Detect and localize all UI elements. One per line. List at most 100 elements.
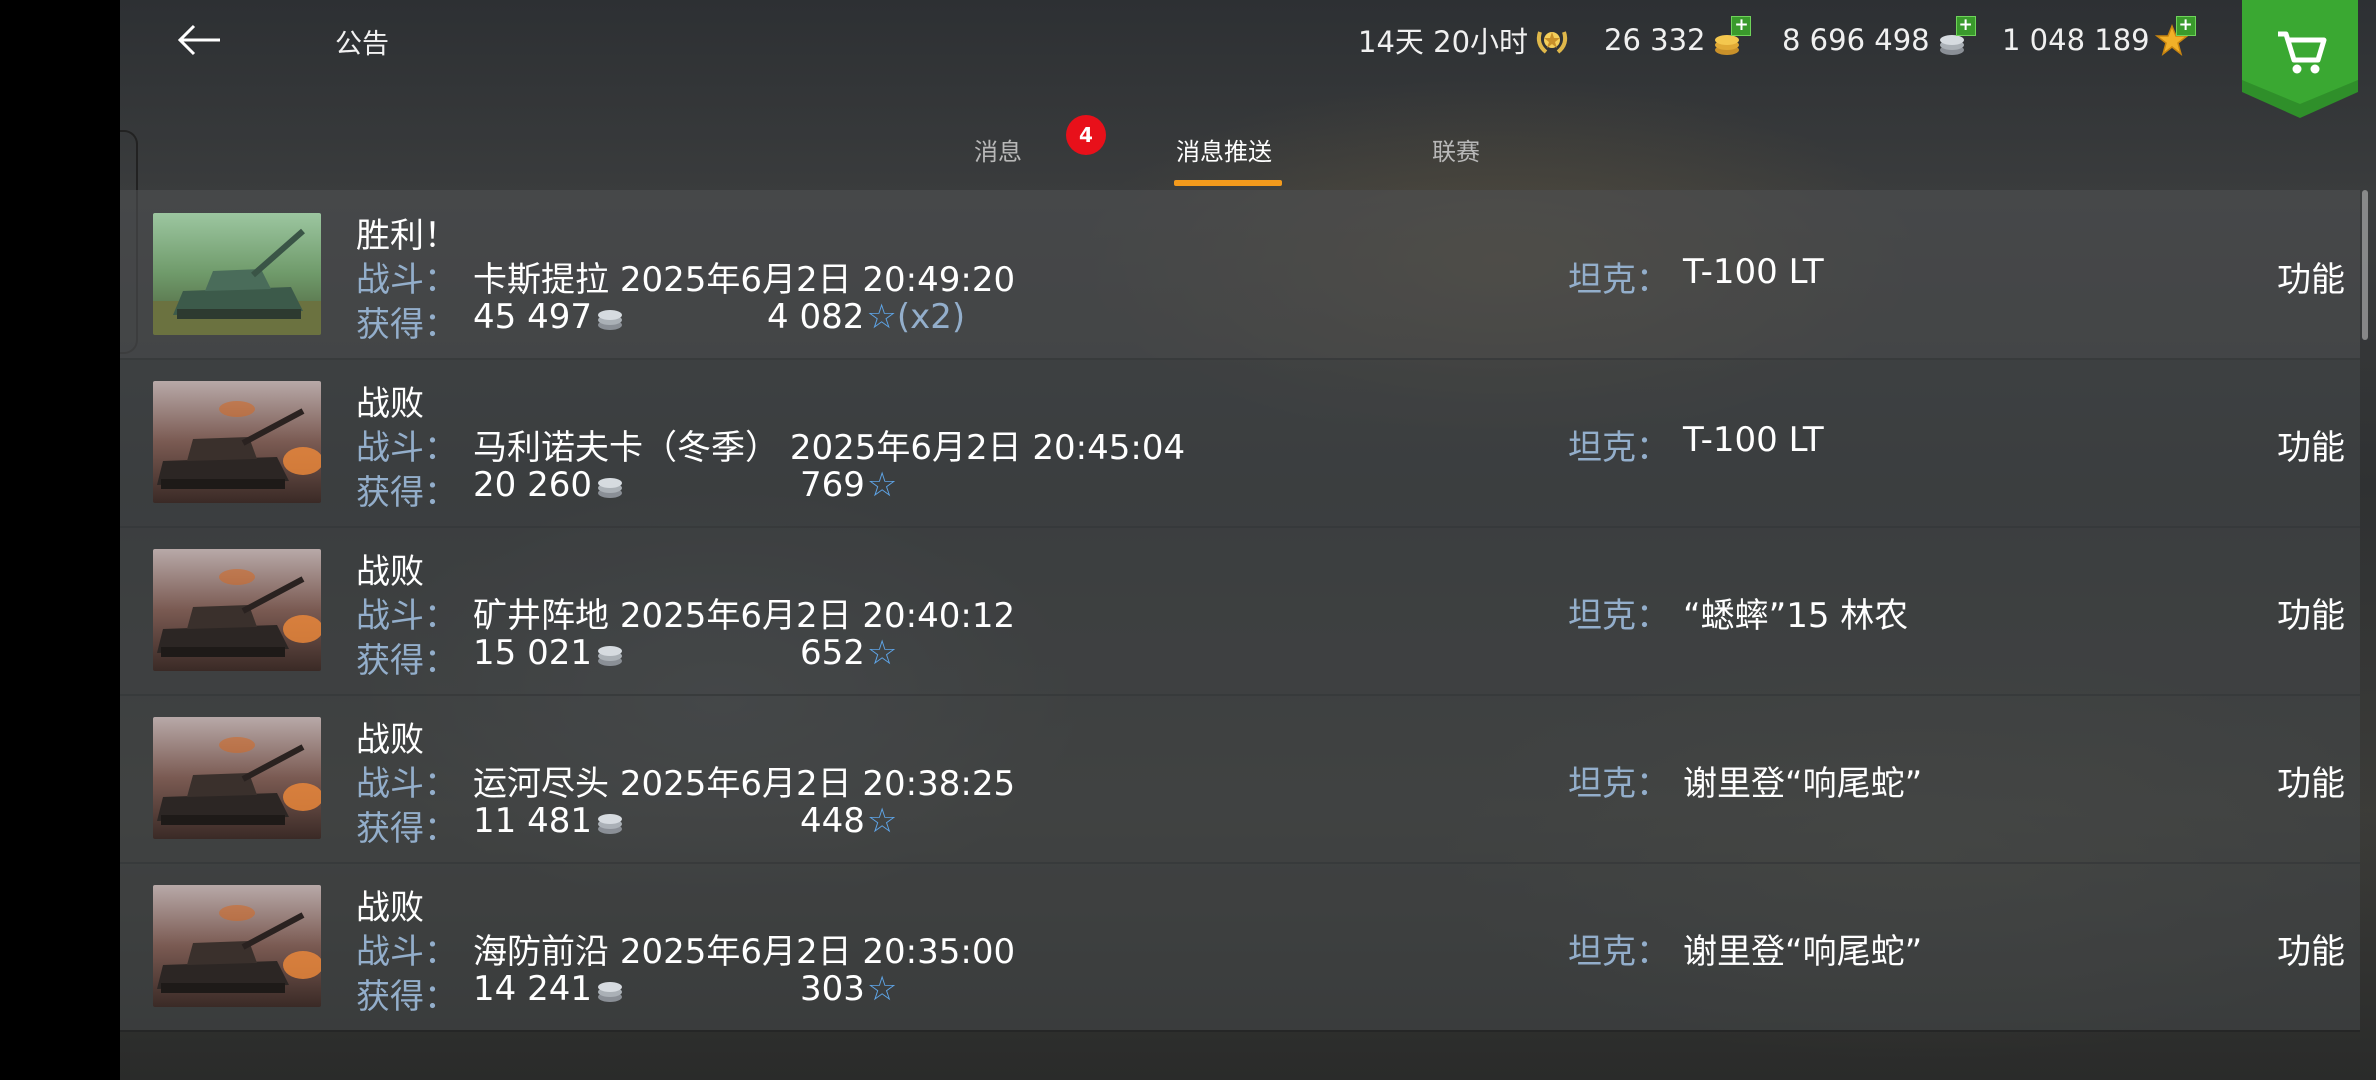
earned-label: 获得： <box>356 641 458 681</box>
battle-time: 2025年6月2日 20:35:00 <box>619 932 1016 972</box>
silver-earned-value: 45 497 <box>473 297 592 337</box>
earned-xp: 769 ☆ <box>800 465 897 505</box>
top-bar: 公告 14天 20小时 26 332 + 8 696 498 + 1 048 1… <box>120 0 2376 118</box>
battle-label: 战斗： <box>356 260 458 300</box>
map-name: 马利诺夫卡（冬季） <box>473 428 779 468</box>
tab-notifications[interactable]: 消息推送 <box>1176 132 1272 167</box>
xp-star-icon: ☆ <box>866 633 898 673</box>
tank-label: 坦克： <box>1568 428 1670 468</box>
battle-time: 2025年6月2日 20:38:25 <box>619 764 1016 804</box>
battle-label: 战斗： <box>356 932 458 972</box>
battle-info: 运河尽头 2025年6月2日 20:38:25 <box>473 756 1015 805</box>
battle-time: 2025年6月2日 20:45:04 <box>789 428 1186 468</box>
xp-earned-value: 303 <box>800 969 865 1009</box>
battle-results-list: 胜利！ 战斗： 卡斯提拉 2025年6月2日 20:49:20 获得： 45 4… <box>120 190 2376 1080</box>
battle-info: 卡斯提拉 2025年6月2日 20:49:20 <box>473 252 1015 301</box>
premium-laurel-icon <box>1532 20 1572 60</box>
xp-earned-value: 4 082 <box>767 297 865 337</box>
battle-result: 战败 <box>356 720 424 760</box>
victory-thumbnail <box>153 213 321 335</box>
earned-label: 获得： <box>356 473 458 513</box>
battle-label: 战斗： <box>356 428 458 468</box>
game-screen: 公告 14天 20小时 26 332 + 8 696 498 + 1 048 1… <box>120 0 2376 1080</box>
free-xp-star-icon: + <box>2154 16 2196 60</box>
list-scrollbar[interactable] <box>2362 190 2368 340</box>
back-arrow-icon <box>177 24 220 56</box>
earned-xp: 4 082 ☆ (x2) <box>767 297 965 337</box>
tab-league[interactable]: 联赛 <box>1432 132 1480 167</box>
silver-earned-value: 15 021 <box>473 633 592 673</box>
map-name: 海防前沿 <box>473 932 609 972</box>
earned-silver: 14 241 <box>473 969 626 1009</box>
battle-result: 战败 <box>356 888 424 928</box>
shop-button[interactable] <box>2242 0 2358 118</box>
xp-earned-value: 769 <box>800 465 865 505</box>
earned-xp: 448 ☆ <box>800 801 897 841</box>
xp-star-icon: ☆ <box>866 297 897 337</box>
silver-coins-icon <box>597 982 622 1002</box>
map-name: 运河尽头 <box>473 764 609 804</box>
tab-messages[interactable]: 消息 <box>974 132 1022 167</box>
tank-label: 坦克： <box>1568 764 1670 804</box>
xp-star-icon: ☆ <box>866 801 898 841</box>
tank-name: T-100 LT <box>1683 420 1824 460</box>
list-item[interactable]: 战败 战斗： 运河尽头 2025年6月2日 20:38:25 获得： 11 48… <box>120 694 2360 864</box>
battle-label: 战斗： <box>356 764 458 804</box>
premium-time[interactable]: 14天 20小时 <box>1358 20 1572 60</box>
earned-label: 获得： <box>356 305 458 345</box>
map-name: 矿井阵地 <box>473 596 609 636</box>
tank-name: 谢里登“响尾蛇” <box>1683 764 1923 804</box>
list-item[interactable]: 胜利！ 战斗： 卡斯提拉 2025年6月2日 20:49:20 获得： 45 4… <box>120 190 2360 360</box>
back-button[interactable] <box>170 14 230 66</box>
silver-coins-icon <box>597 478 622 498</box>
add-gold-icon[interactable]: + <box>1731 16 1752 36</box>
active-tab-indicator <box>1174 180 1282 186</box>
tank-label: 坦克： <box>1568 260 1670 300</box>
xp-earned-value: 448 <box>800 801 865 841</box>
battle-label: 战斗： <box>356 596 458 636</box>
add-silver-icon[interactable]: + <box>1955 16 1976 36</box>
xp-star-icon: ☆ <box>866 465 898 505</box>
list-item[interactable]: 战败 战斗： 矿井阵地 2025年6月2日 20:40:12 获得： 15 02… <box>120 526 2360 696</box>
battle-result: 战败 <box>356 384 424 424</box>
defeat-thumbnail <box>153 381 321 503</box>
silver-balance[interactable]: 8 696 498 + <box>1782 16 1976 60</box>
add-free-xp-icon[interactable]: + <box>2175 16 2196 36</box>
tank-label: 坦克： <box>1568 596 1670 636</box>
gold-coins-icon: + <box>1709 16 1752 60</box>
earned-silver: 15 021 <box>473 633 626 673</box>
function-button[interactable]: 功能 <box>2277 756 2345 805</box>
function-button[interactable]: 功能 <box>2277 252 2345 301</box>
battle-time: 2025年6月2日 20:40:12 <box>619 596 1016 636</box>
list-item[interactable]: 战败 战斗： 马利诺夫卡（冬季） 2025年6月2日 20:45:04 获得： … <box>120 358 2360 528</box>
tank-name: 谢里登“响尾蛇” <box>1683 932 1923 972</box>
battle-result: 胜利！ <box>356 216 458 256</box>
free-xp-balance[interactable]: 1 048 189 + <box>2002 16 2196 60</box>
function-button[interactable]: 功能 <box>2277 588 2345 637</box>
xp-earned-value: 652 <box>800 633 865 673</box>
map-name: 卡斯提拉 <box>473 260 609 300</box>
silver-coins-icon <box>597 814 622 834</box>
silver-coins-icon: + <box>1934 16 1976 60</box>
free-xp-value: 1 048 189 <box>2002 23 2150 57</box>
silver-value: 8 696 498 <box>1782 23 1930 57</box>
function-button[interactable]: 功能 <box>2277 420 2345 469</box>
tab-bar: 消息 消息推送 联赛 <box>120 120 2376 190</box>
tank-label: 坦克： <box>1568 932 1670 972</box>
xp-multiplier: (x2) <box>896 297 966 337</box>
earned-silver: 20 260 <box>473 465 626 505</box>
silver-coins-icon <box>597 310 622 330</box>
function-button[interactable]: 功能 <box>2277 924 2345 973</box>
earned-xp: 652 ☆ <box>800 633 897 673</box>
silver-earned-value: 20 260 <box>473 465 592 505</box>
unread-badge: 4 <box>1066 115 1106 155</box>
page-title: 公告 <box>335 29 389 60</box>
list-item[interactable]: 战败 战斗： 海防前沿 2025年6月2日 20:35:00 获得： 14 24… <box>120 862 2360 1032</box>
defeat-thumbnail <box>153 885 321 1007</box>
tank-name: T-100 LT <box>1683 252 1824 292</box>
gold-balance[interactable]: 26 332 + <box>1604 16 1752 60</box>
premium-time-value: 14天 20小时 <box>1358 25 1529 59</box>
silver-earned-value: 14 241 <box>473 969 592 1009</box>
defeat-thumbnail <box>153 549 321 671</box>
battle-result: 战败 <box>356 552 424 592</box>
